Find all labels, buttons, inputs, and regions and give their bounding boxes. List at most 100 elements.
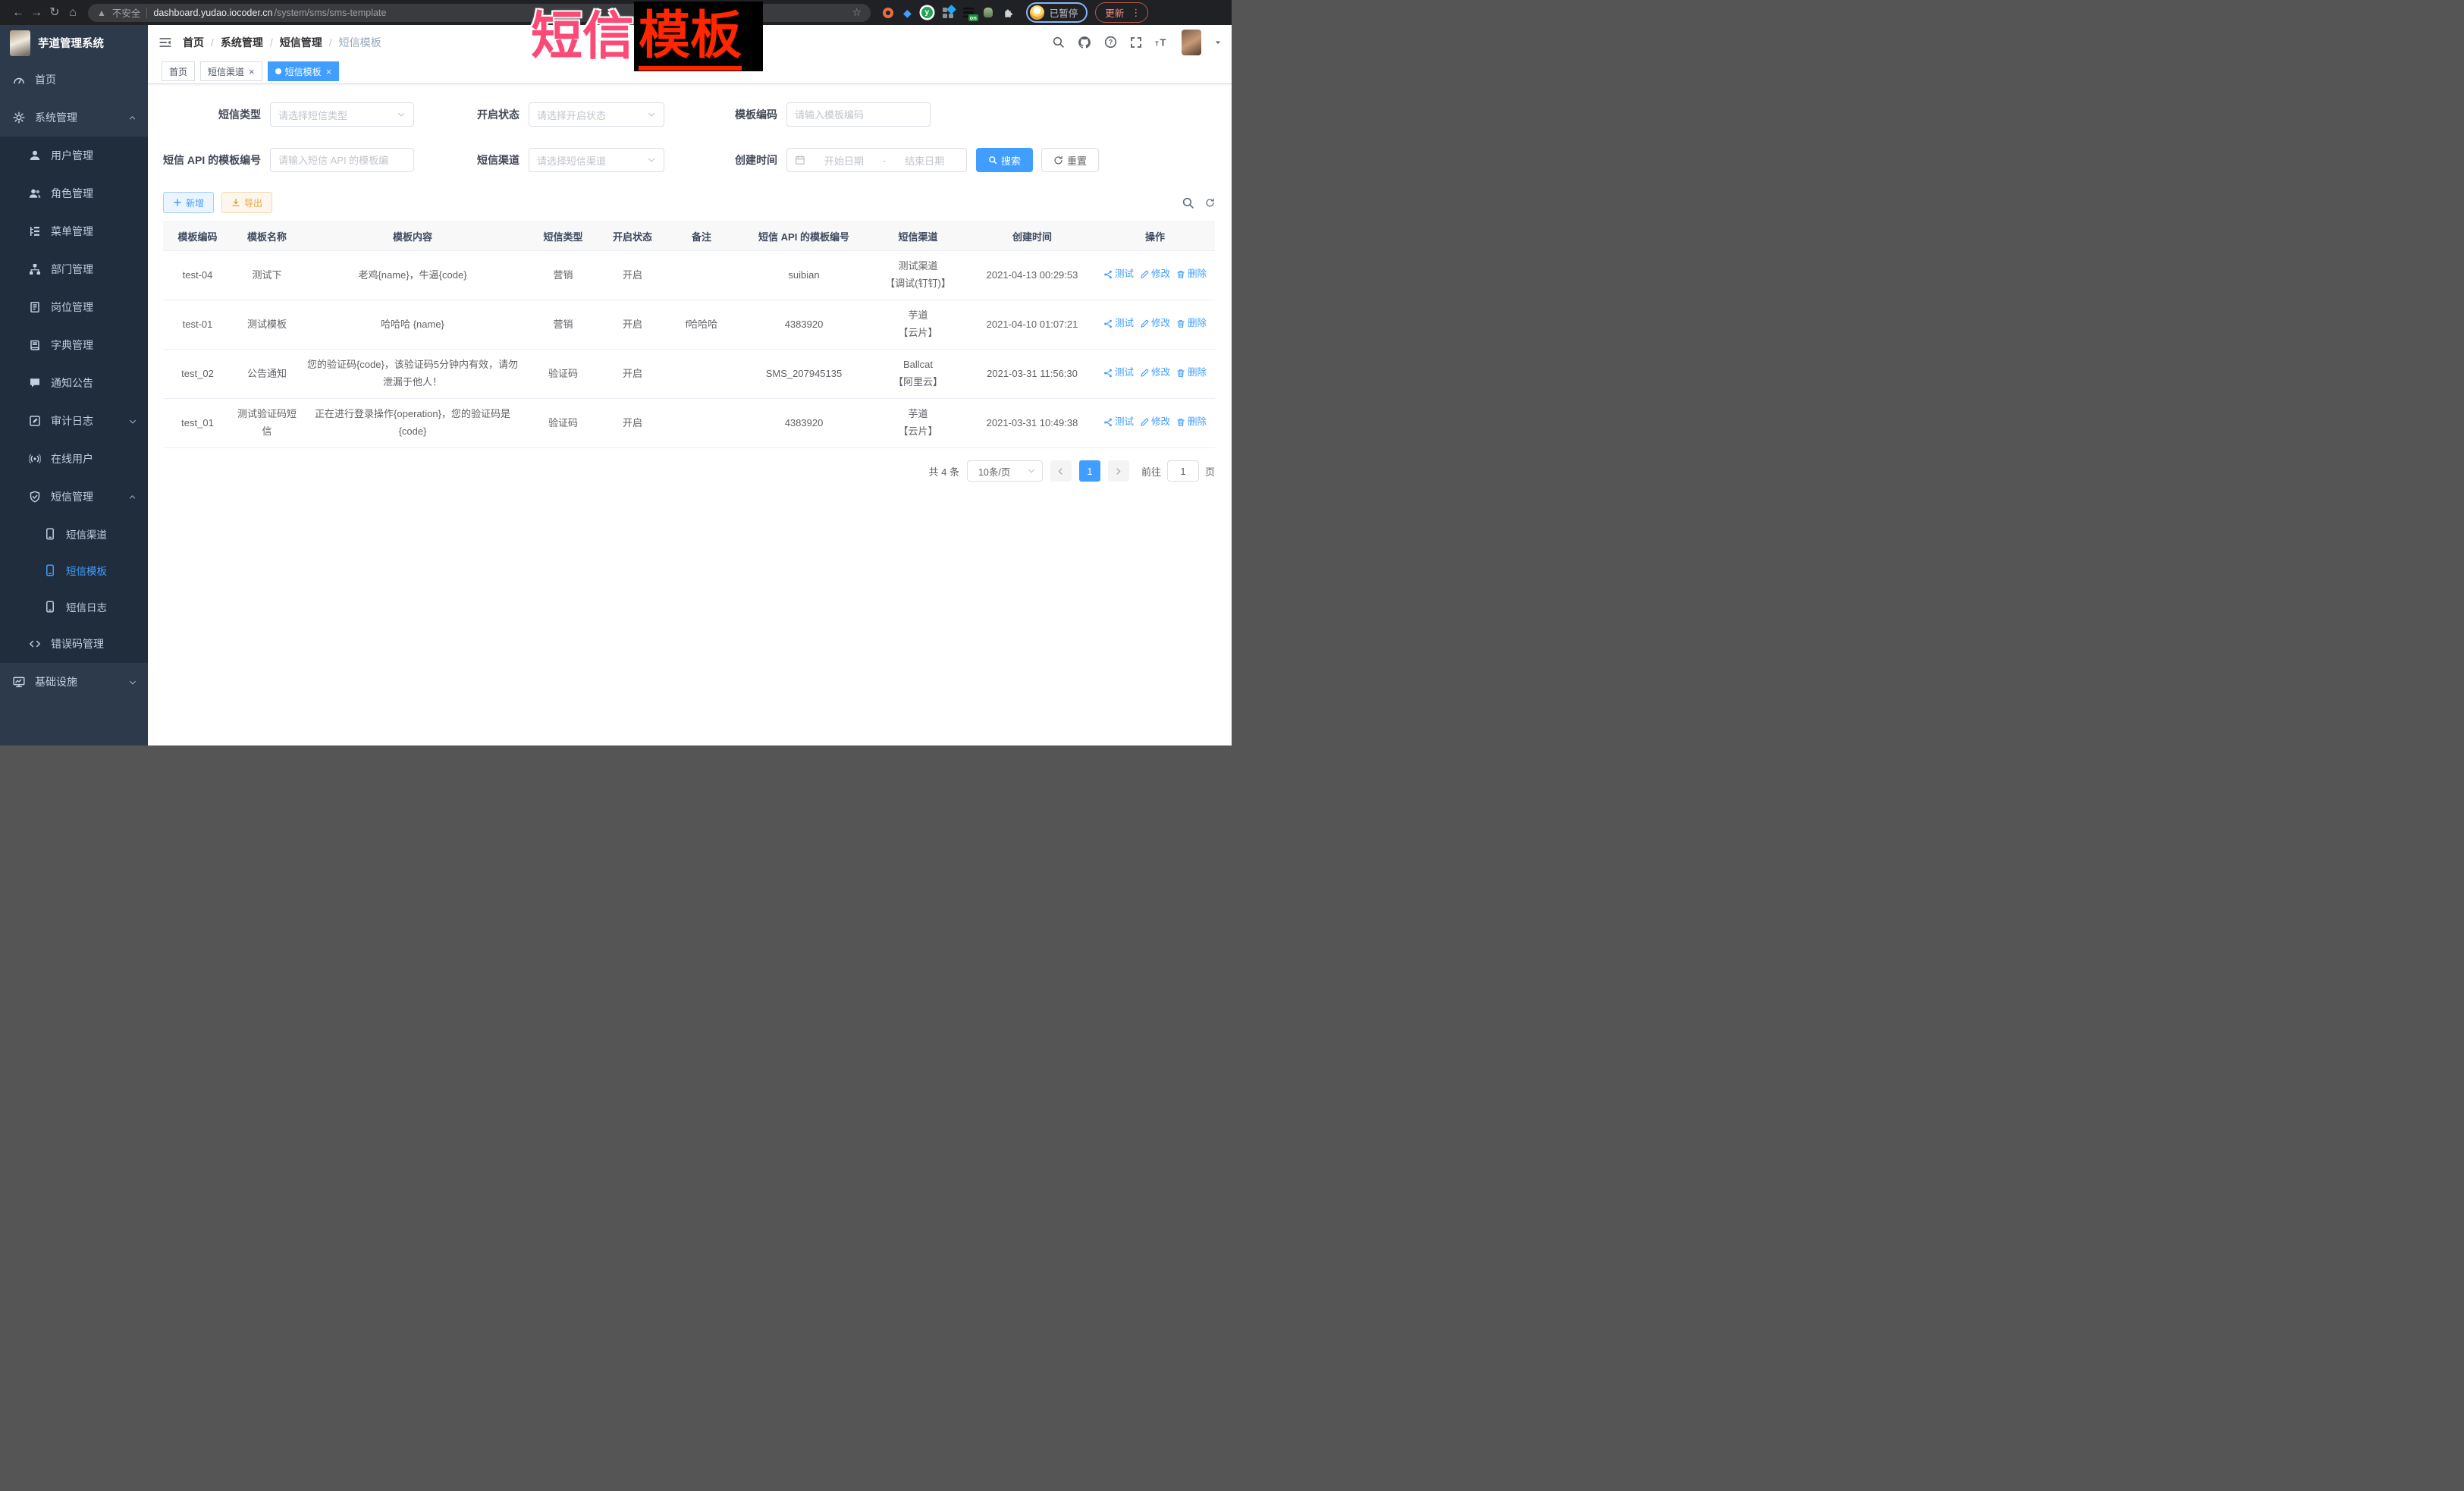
export-button[interactable]: 导出 (221, 192, 272, 213)
caret-down-icon[interactable] (1214, 39, 1222, 46)
api-template-id-input[interactable] (278, 155, 406, 166)
extension-gem-icon[interactable]: ◆ (903, 8, 912, 18)
sidebar-item[interactable]: 角色管理 (0, 174, 148, 212)
sidebar-item[interactable]: 菜单管理 (0, 212, 148, 250)
current-page-button[interactable]: 1 (1079, 460, 1100, 482)
column-header: 开启状态 (603, 222, 662, 251)
sidebar-item[interactable]: 用户管理 (0, 137, 148, 174)
forward-icon[interactable]: → (27, 0, 46, 25)
end-date-placeholder[interactable]: 结束日期 (890, 153, 959, 168)
sidebar-item[interactable]: 短信模板 (0, 552, 148, 589)
sidebar-item[interactable]: 通知公告 (0, 364, 148, 402)
test-link[interactable]: 测试 (1103, 266, 1134, 283)
start-date-placeholder[interactable]: 开始日期 (810, 153, 878, 168)
cell-created: 2021-04-13 00:29:53 (969, 251, 1095, 300)
pagination: 共 4 条 10条/页 1 前往 页 (163, 460, 1215, 482)
extension-grid-icon[interactable] (943, 8, 953, 18)
modify-link[interactable]: 修改 (1140, 365, 1170, 381)
search-button[interactable]: 搜索 (976, 148, 1033, 172)
tab-item[interactable]: 首页 (162, 61, 195, 81)
extensions-puzzle-icon[interactable] (1003, 7, 1014, 18)
extension-list-icon[interactable]: on (963, 8, 974, 17)
sidebar-item[interactable]: 审计日志 (0, 402, 148, 440)
table-row: test_01测试验证码短信正在进行登录操作{operation}，您的验证码是… (163, 399, 1215, 448)
sidebar-item[interactable]: 短信渠道 (0, 516, 148, 552)
status-select[interactable]: 请选择开启状态 (529, 102, 664, 127)
close-icon[interactable]: × (326, 67, 332, 77)
extension-donut-icon[interactable] (883, 8, 893, 18)
breadcrumb-item[interactable]: 系统管理 (221, 35, 263, 50)
create-time-range-picker[interactable]: 开始日期 - 结束日期 (786, 148, 967, 172)
sidebar-item[interactable]: 在线用户 (0, 440, 148, 478)
reload-icon[interactable]: ↻ (46, 0, 64, 25)
modify-link[interactable]: 修改 (1140, 315, 1170, 332)
sidebar-item[interactable]: 系统管理 (0, 99, 148, 137)
sidebar-item[interactable]: 短信日志 (0, 589, 148, 625)
cell-content: 老鸡{name}，牛逼{code} (302, 251, 523, 300)
delete-link[interactable]: 删除 (1176, 315, 1207, 332)
sidebar-item[interactable]: 岗位管理 (0, 288, 148, 326)
toggle-search-icon[interactable] (1182, 196, 1194, 209)
bookmark-star-icon[interactable]: ☆ (852, 6, 862, 19)
sidebar-item-label: 部门管理 (51, 262, 93, 277)
help-icon[interactable]: ? (1104, 36, 1117, 49)
sidebar-item[interactable]: 基础设施 (0, 663, 148, 701)
cell-content: 您的验证码{code}，该验证码5分钟内有效，请勿泄漏于他人！ (302, 350, 523, 399)
breadcrumb-separator: / (270, 36, 273, 49)
template-code-input[interactable] (795, 109, 922, 121)
sidebar-item[interactable]: 错误码管理 (0, 625, 148, 663)
delete-link[interactable]: 删除 (1176, 266, 1207, 283)
reset-button[interactable]: 重置 (1041, 148, 1099, 172)
test-link[interactable]: 测试 (1103, 414, 1134, 431)
channel-placeholder: 请选择短信渠道 (537, 153, 606, 168)
modify-link[interactable]: 修改 (1140, 266, 1170, 283)
add-button[interactable]: 新增 (163, 192, 214, 213)
refresh-table-icon[interactable] (1205, 198, 1215, 208)
sidebar-item[interactable]: 字典管理 (0, 326, 148, 364)
create-time-label: 创建时间 (664, 152, 786, 168)
cell-name: 测试下 (232, 251, 302, 300)
breadcrumb-item[interactable]: 短信管理 (280, 35, 322, 50)
test-link[interactable]: 测试 (1103, 365, 1134, 381)
delete-link[interactable]: 删除 (1176, 365, 1207, 381)
search-icon[interactable] (1052, 36, 1065, 49)
github-icon[interactable] (1078, 36, 1091, 49)
tags-bar: 首页短信渠道× 短信模板× (148, 59, 1232, 84)
user-avatar[interactable] (1182, 30, 1201, 55)
users-icon (29, 187, 41, 199)
breadcrumb-item[interactable]: 首页 (183, 35, 204, 50)
kebab-menu-icon[interactable]: ⋮ (1131, 7, 1141, 19)
app-logo-row[interactable]: 芋道管理系统 (0, 25, 148, 61)
close-icon[interactable]: × (249, 67, 255, 77)
prev-page-button[interactable] (1050, 460, 1072, 482)
browser-profile-chip[interactable]: 已暂停 (1026, 2, 1088, 23)
delete-link[interactable]: 删除 (1176, 414, 1207, 431)
plus-icon (173, 198, 182, 207)
sidebar-item-label: 用户管理 (51, 148, 93, 163)
tab-active[interactable]: 短信模板× (268, 61, 340, 81)
hamburger-icon[interactable] (148, 36, 183, 49)
font-size-icon[interactable]: TT (1155, 36, 1169, 49)
sidebar-item[interactable]: 短信管理 (0, 478, 148, 516)
sms-type-select[interactable]: 请选择短信类型 (270, 102, 414, 127)
sidebar-item[interactable]: 部门管理 (0, 250, 148, 288)
address-bar[interactable]: ▲ 不安全 dashboard.yudao.iocoder.cn /system… (88, 4, 871, 22)
next-page-button[interactable] (1108, 460, 1129, 482)
channel-select[interactable]: 请选择短信渠道 (529, 148, 664, 172)
divider (146, 8, 147, 18)
extension-y-icon[interactable]: y (921, 7, 933, 18)
phone-icon (44, 564, 56, 576)
home-icon[interactable]: ⌂ (64, 0, 82, 25)
modify-link[interactable]: 修改 (1140, 414, 1170, 431)
share-icon (1103, 418, 1113, 427)
page-size-select[interactable]: 10条/页 (967, 460, 1043, 482)
sidebar-item-label: 短信模板 (66, 563, 107, 578)
sidebar-item[interactable]: 首页 (0, 61, 148, 99)
tab-item[interactable]: 短信渠道× (200, 61, 262, 81)
back-icon[interactable]: ← (9, 0, 27, 25)
browser-update-button[interactable]: 更新 ⋮ (1095, 2, 1148, 23)
test-link[interactable]: 测试 (1103, 315, 1134, 332)
goto-page-input[interactable] (1167, 460, 1199, 482)
fullscreen-icon[interactable] (1130, 36, 1142, 49)
extension-misc-icon[interactable] (984, 8, 993, 17)
